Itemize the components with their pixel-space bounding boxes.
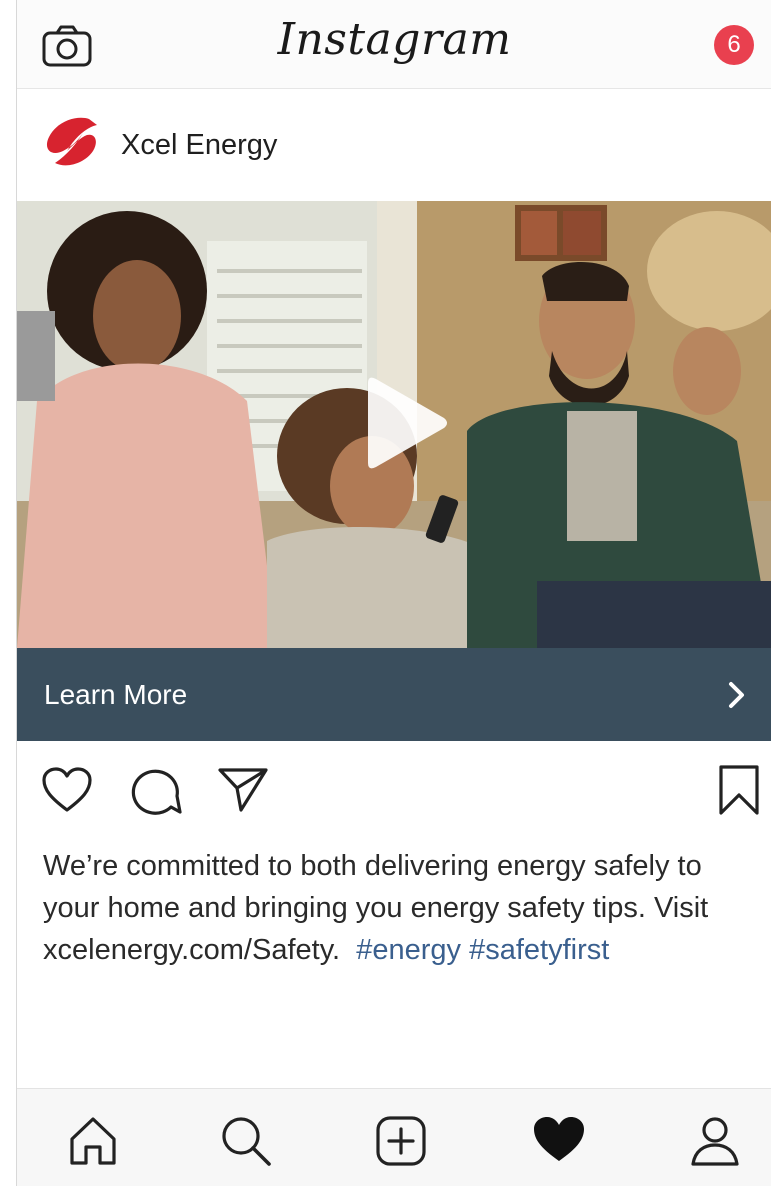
learn-more-label: Learn More — [44, 679, 188, 710]
notification-badge[interactable]: 6 — [714, 25, 754, 65]
hashtag-safetyfirst[interactable]: #safetyfirst — [469, 934, 609, 966]
xcel-logo-icon[interactable] — [37, 113, 105, 175]
chevron-right-icon — [729, 682, 744, 708]
play-icon[interactable] — [360, 373, 450, 473]
activity-heart-icon[interactable] — [532, 1115, 586, 1165]
post-actions — [17, 742, 771, 826]
bottom-tab-bar — [17, 1088, 771, 1186]
bookmark-icon[interactable] — [717, 764, 761, 816]
comment-icon[interactable] — [131, 766, 183, 818]
caption-line-1: We’re committed to both delivering energ… — [43, 850, 702, 882]
caption-line-2: your home and bringing you energy safety… — [43, 892, 709, 924]
profile-icon[interactable] — [689, 1115, 741, 1167]
add-post-icon[interactable] — [375, 1115, 427, 1167]
app-logo: Instagram — [277, 14, 512, 65]
account-name[interactable]: Xcel Energy — [121, 129, 277, 162]
heart-icon[interactable] — [41, 766, 93, 814]
post-header: Xcel Energy — [17, 89, 771, 199]
learn-more-button[interactable]: Learn More — [17, 648, 771, 741]
app-frame: Instagram 6 Xcel Energy Learn More We’re… — [16, 0, 771, 1186]
home-icon[interactable] — [67, 1115, 119, 1167]
caption-line-3: xcelenergy.com/Safety. #energy #safetyfi… — [43, 929, 743, 971]
share-icon[interactable] — [217, 764, 269, 814]
post-caption: We’re committed to both delivering energ… — [43, 845, 743, 971]
caption-link[interactable]: xcelenergy.com/Safety. — [43, 934, 340, 966]
top-bar: Instagram 6 — [17, 0, 771, 89]
hashtag-energy[interactable]: #energy — [356, 934, 461, 966]
search-icon[interactable] — [220, 1115, 272, 1167]
